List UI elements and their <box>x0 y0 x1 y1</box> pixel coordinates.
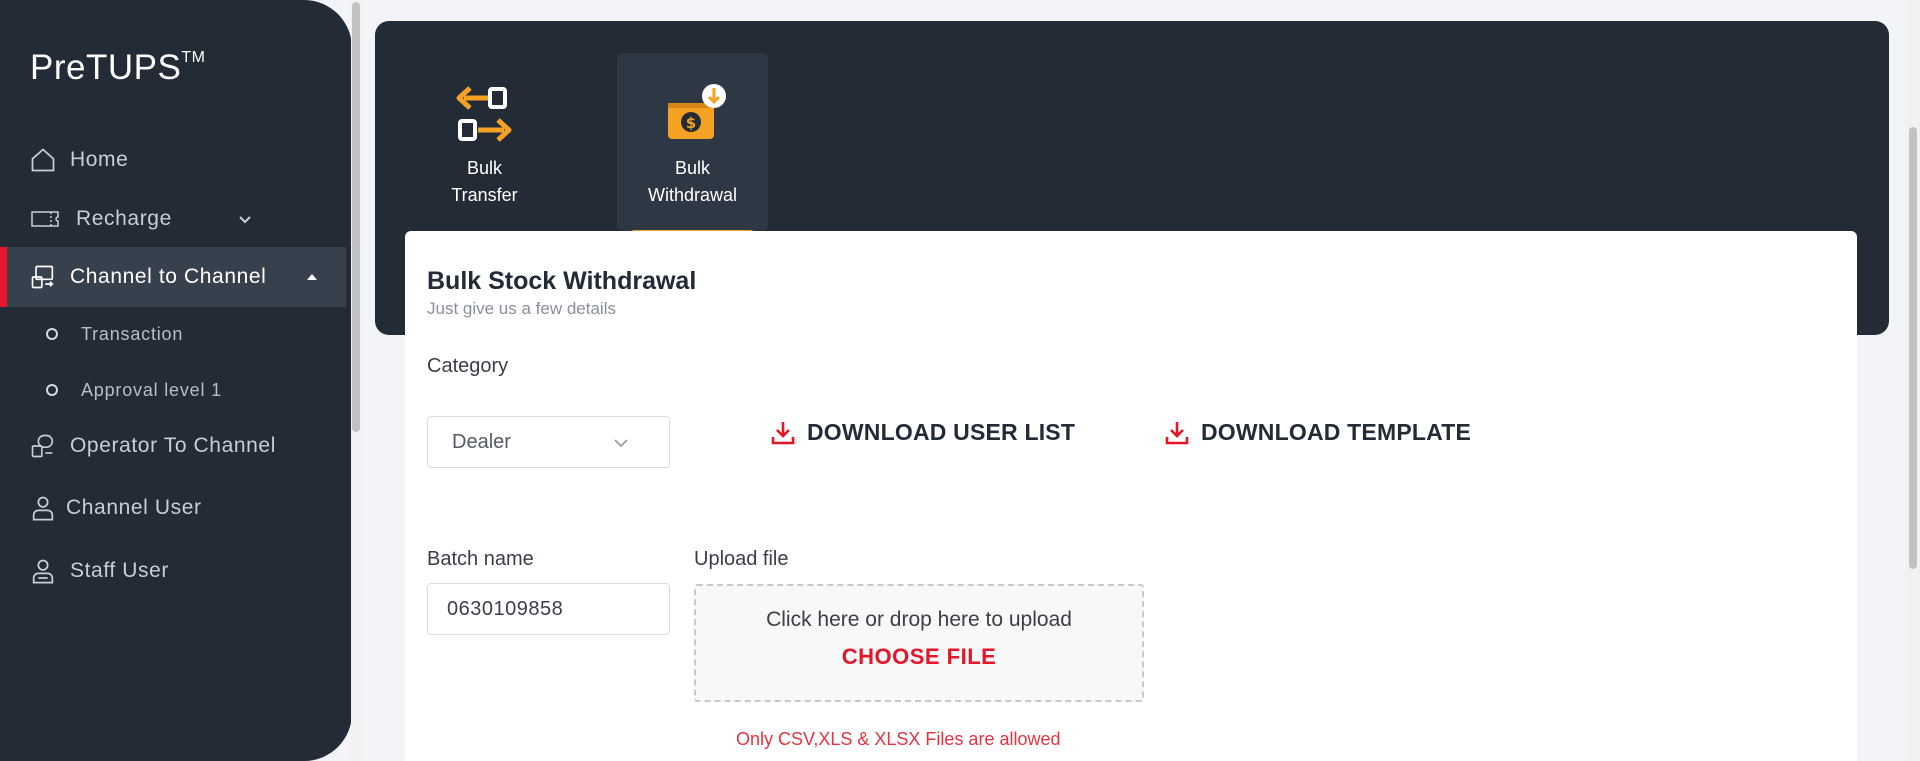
chevron-down-icon <box>614 439 628 448</box>
channel-icon <box>28 262 58 292</box>
operator-icon <box>28 431 58 461</box>
sidebar-item-label: Channel User <box>66 496 202 519</box>
sidebar-item-channel-user[interactable]: Channel User <box>0 479 346 537</box>
sidebar-subitem-label: Transaction <box>81 323 184 344</box>
bullet-icon <box>46 328 58 340</box>
sidebar: PreTUPSTM Home Recharge Channel to Chann… <box>0 0 352 761</box>
tile-label: Transfer <box>451 185 518 205</box>
sidebar-item-label: Channel to Channel <box>70 265 267 288</box>
staff-icon <box>28 556 58 586</box>
tile-bulk-transfer[interactable]: Bulk Transfer <box>409 53 560 231</box>
category-select[interactable]: Dealer <box>427 416 670 468</box>
sidebar-item-home[interactable]: Home <box>0 131 346 189</box>
tile-label: Withdrawal <box>647 185 738 205</box>
sidebar-item-recharge[interactable]: Recharge <box>0 190 346 248</box>
home-icon <box>28 145 58 175</box>
sidebar-item-staff-user[interactable]: Staff User <box>0 542 346 600</box>
sidebar-item-label: Operator To Channel <box>70 434 276 457</box>
sidebar-subitem-transaction[interactable]: Transaction <box>0 314 346 354</box>
scrollbar-thumb[interactable] <box>352 2 360 432</box>
svg-text:$: $ <box>685 114 695 132</box>
tile-label: Bulk <box>466 158 502 178</box>
download-user-list-label: DOWNLOAD USER LIST <box>807 419 1076 445</box>
sidebar-item-channel-to-channel[interactable]: Channel to Channel <box>0 247 346 307</box>
chevron-up-icon <box>307 274 317 280</box>
batch-name-input[interactable]: 0630109858 <box>427 583 670 635</box>
scrollbar-thumb[interactable] <box>1909 127 1917 569</box>
transfer-arrows-icon <box>456 86 511 142</box>
category-label: Category <box>427 355 509 377</box>
sidebar-scrollbar[interactable] <box>351 0 361 761</box>
brand-logo: PreTUPSTM <box>30 48 206 87</box>
sidebar-subitem-approval-level-1[interactable]: Approval level 1 <box>0 370 346 410</box>
withdrawal-form-card: Bulk Stock Withdrawal Just give us a few… <box>405 231 1857 761</box>
sidebar-item-label: Recharge <box>76 207 172 230</box>
download-icon <box>771 421 795 444</box>
page-subtitle: Just give us a few details <box>427 299 616 318</box>
tile-label: Bulk <box>674 158 710 178</box>
dropzone-hint: Click here or drop here to upload <box>766 608 1072 631</box>
download-template-button[interactable]: DOWNLOAD TEMPLATE <box>1165 419 1471 446</box>
download-user-list-button[interactable]: DOWNLOAD USER LIST <box>771 419 1075 446</box>
tile-bulk-withdrawal[interactable]: $ Bulk Withdrawal <box>617 53 768 234</box>
page-scrollbar[interactable] <box>1906 0 1920 761</box>
page-title: Bulk Stock Withdrawal <box>427 267 697 295</box>
download-template-label: DOWNLOAD TEMPLATE <box>1201 419 1472 445</box>
chevron-down-icon <box>239 216 251 224</box>
file-dropzone[interactable]: Click here or drop here to upload CHOOSE… <box>694 584 1144 702</box>
sidebar-item-label: Staff User <box>70 559 169 582</box>
download-icon <box>1165 421 1189 444</box>
category-selected-value: Dealer <box>452 430 511 453</box>
user-icon <box>28 493 58 523</box>
sidebar-subitem-label: Approval level 1 <box>81 379 222 400</box>
batch-name-label: Batch name <box>427 548 534 570</box>
withdrawal-wallet-icon: $ <box>667 84 726 139</box>
sidebar-item-operator-to-channel[interactable]: Operator To Channel <box>0 417 346 475</box>
file-type-note: Only CSV,XLS & XLSX Files are allowed <box>736 729 1061 749</box>
choose-file-button[interactable]: CHOOSE FILE <box>696 644 1142 670</box>
sidebar-item-label: Home <box>70 148 129 171</box>
batch-name-value: 0630109858 <box>447 597 564 620</box>
ticket-icon <box>30 204 60 234</box>
upload-file-label: Upload file <box>694 548 789 570</box>
bullet-icon <box>46 384 58 396</box>
